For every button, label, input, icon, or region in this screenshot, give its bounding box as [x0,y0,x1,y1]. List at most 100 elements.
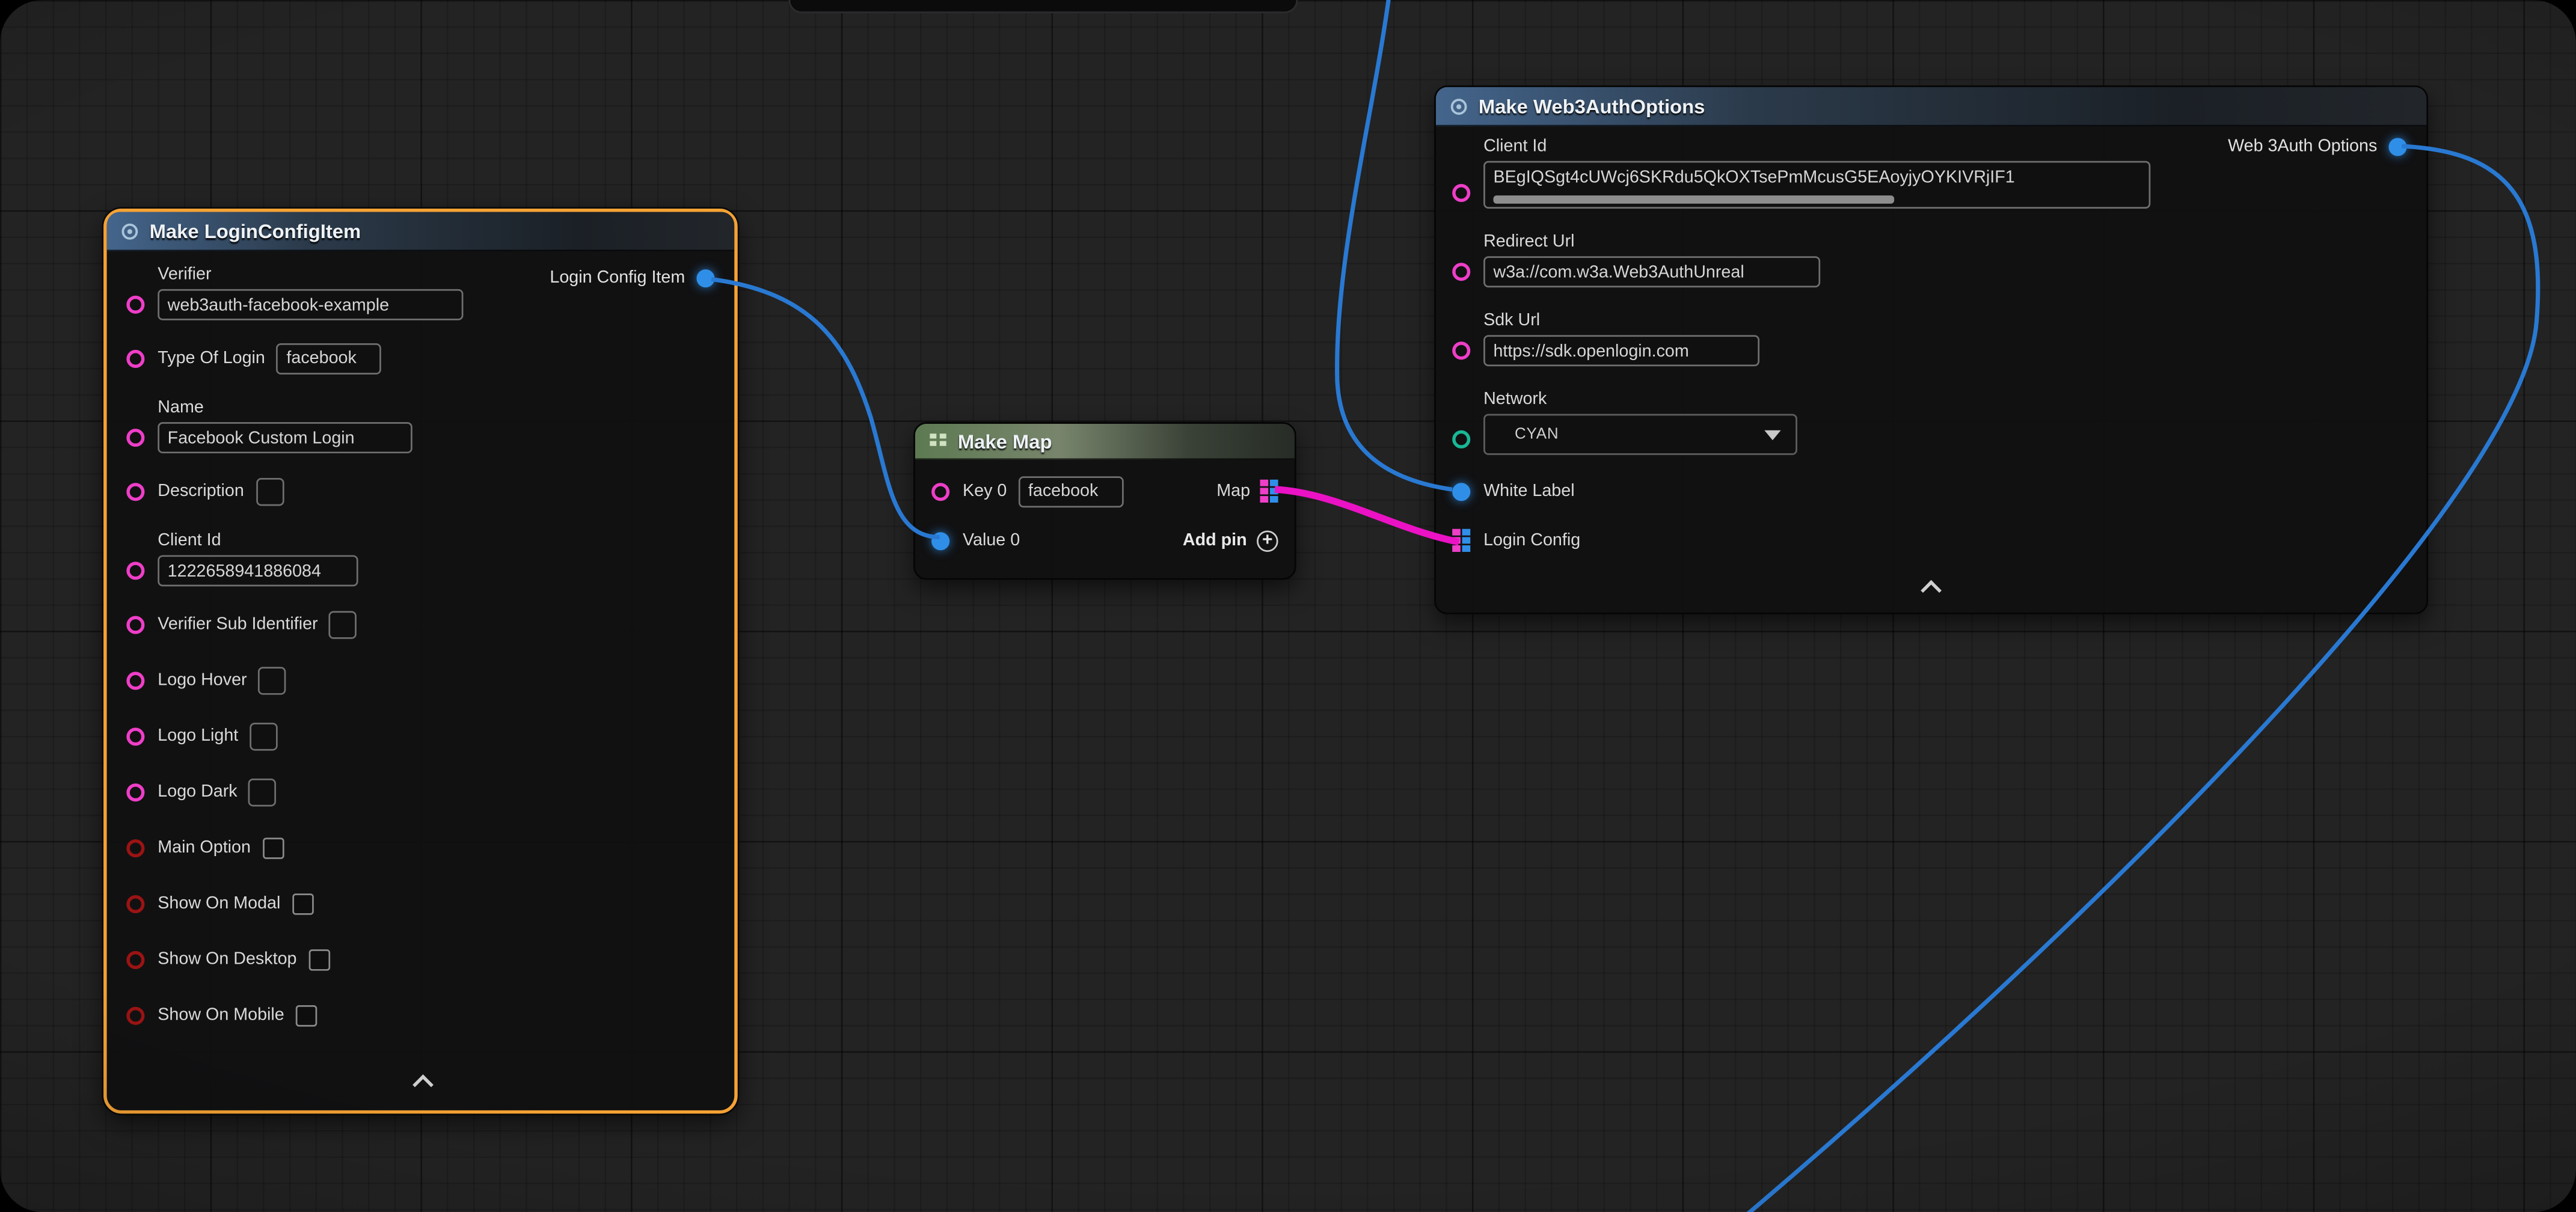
blueprint-graph-canvas[interactable]: Make LoginConfigItem Login Config Item V… [0,0,2576,1212]
name-label: Name [158,397,412,419]
show-on-modal-pin[interactable] [126,895,144,913]
verifier-input[interactable] [158,289,463,320]
pin-row-logo-light: Logo Light [126,720,718,753]
type-of-login-pin[interactable] [126,349,144,367]
client-id-label: Client Id [1483,136,2150,158]
output-login-config-item: Login Config Item [550,268,714,287]
key-0-input[interactable] [1019,476,1124,507]
verifier-sub-identifier-pin[interactable] [126,615,144,633]
collapse-node-button[interactable] [399,1071,446,1104]
show-on-modal-label: Show On Modal [158,893,280,914]
name-pin[interactable] [126,429,144,447]
network-pin[interactable] [1452,430,1470,448]
main-option-pin[interactable] [126,839,144,857]
client-id-pin[interactable] [1452,184,1470,202]
value-0-pin[interactable] [931,531,949,549]
collapse-node-button[interactable] [1907,580,1955,606]
pin-row-description: Description [126,475,718,508]
key-0-pin[interactable] [931,482,949,500]
make-map-icon [928,431,948,451]
main-option-label: Main Option [158,837,251,858]
description-pin[interactable] [126,482,144,500]
network-selected-value: CYAN [1515,426,1559,444]
node-title: Make Web3AuthOptions [1479,94,1705,117]
pin-row-show-on-modal: Show On Modal [126,887,718,920]
verifier-sub-identifier-input[interactable] [330,610,357,638]
logo-light-label: Logo Light [158,725,238,747]
node-make-loginconfigitem[interactable]: Make LoginConfigItem Login Config Item V… [103,209,738,1113]
make-struct-icon [1449,96,1469,116]
key-0-label: Key 0 [963,480,1007,502]
offscreen-node-partial[interactable] [788,0,1298,13]
pin-row-white-label: White Label [1452,475,2410,508]
verifier-sub-identifier-label: Verifier Sub Identifier [158,613,317,635]
logo-hover-input[interactable] [259,666,286,694]
show-on-desktop-checkbox[interactable] [308,949,330,970]
wire-login-config-item-to-value-0[interactable] [711,279,940,537]
redirect-url-label: Redirect Url [1483,231,1820,253]
chevron-down-icon [1764,429,1780,439]
node-body: Key 0 Map Value 0 Add pin + [915,460,1295,578]
show-on-mobile-label: Show On Mobile [158,1005,284,1026]
node-header-make-loginconfigitem[interactable]: Make LoginConfigItem [107,212,735,251]
blueprint-editor-viewport: Make LoginConfigItem Login Config Item V… [0,0,2576,1212]
show-on-desktop-pin[interactable] [126,950,144,969]
sdk-url-label: Sdk Url [1483,310,1759,332]
redirect-url-pin[interactable] [1452,263,1470,281]
network-dropdown[interactable]: CYAN [1483,414,1797,454]
show-on-modal-checkbox[interactable] [292,893,314,914]
show-on-desktop-label: Show On Desktop [158,949,296,970]
client-id-input[interactable] [158,555,358,586]
logo-hover-label: Logo Hover [158,669,247,691]
logo-light-input[interactable] [250,722,277,750]
client-id-pin[interactable] [126,562,144,580]
node-body: Verifier Type Of Login Name [107,251,735,1110]
add-pin-label: Add pin [1183,530,1247,550]
client-id-value: BEgIQSgt4cUWcj6SKRdu5QkOXTsePmMcusG5EAoy… [1493,166,2140,191]
show-on-mobile-pin[interactable] [126,1006,144,1024]
pin-row-key-0: Key 0 Map [931,475,1278,508]
pin-row-network: Network CYAN [1452,390,2410,455]
white-label-label: White Label [1483,480,1575,502]
pin-row-type-of-login: Type Of Login [126,341,718,375]
main-option-checkbox[interactable] [262,837,284,858]
show-on-mobile-checkbox[interactable] [296,1005,317,1026]
value-0-label: Value 0 [963,530,1020,551]
pin-row-show-on-mobile: Show On Mobile [126,999,718,1032]
node-title: Make LoginConfigItem [150,219,361,242]
node-make-map[interactable]: Make Map Key 0 Map Value 0 Add pin [913,422,1296,580]
network-label: Network [1483,390,1797,411]
description-input[interactable] [256,477,283,505]
type-of-login-input[interactable] [277,343,382,374]
pin-row-sdk-url: Sdk Url [1452,310,2410,366]
node-header-make-web3authoptions[interactable]: Make Web3AuthOptions [1436,87,2426,127]
sdk-url-input[interactable] [1483,335,1759,366]
redirect-url-input[interactable] [1483,256,1820,287]
node-header-make-map[interactable]: Make Map [915,424,1295,460]
client-id-scrollbar[interactable] [1493,195,1894,204]
chevron-up-icon [412,1074,433,1095]
name-input[interactable] [158,422,412,453]
node-body: Client Id BEgIQSgt4cUWcj6SKRdu5QkOXTsePm… [1436,126,2426,613]
white-label-pin[interactable] [1452,482,1470,500]
map-output-label: Map [1216,480,1250,502]
add-pin-button[interactable]: + [1257,530,1278,551]
output-label: Login Config Item [550,268,685,287]
output-label: Web 3Auth Options [2228,136,2377,156]
node-make-web3authoptions[interactable]: Make Web3AuthOptions Web 3Auth Options C… [1434,85,2428,614]
verifier-pin[interactable] [126,296,144,314]
make-struct-icon [120,221,140,240]
pin-row-value-0: Value 0 Add pin + [931,524,1278,557]
pin-row-logo-hover: Logo Hover [126,664,718,697]
logo-hover-pin[interactable] [126,671,144,689]
node-title: Make Map [958,429,1052,452]
logo-light-pin[interactable] [126,727,144,745]
client-id-field[interactable]: BEgIQSgt4cUWcj6SKRdu5QkOXTsePmMcusG5EAoy… [1483,161,2150,209]
sdk-url-pin[interactable] [1452,341,1470,360]
logo-dark-pin[interactable] [126,783,144,801]
logo-dark-input[interactable] [249,778,277,806]
wire-map-to-login-config[interactable] [1275,489,1459,542]
pin-row-main-option: Main Option [126,831,718,864]
chevron-up-icon [1921,580,1942,601]
logo-dark-label: Logo Dark [158,781,237,803]
